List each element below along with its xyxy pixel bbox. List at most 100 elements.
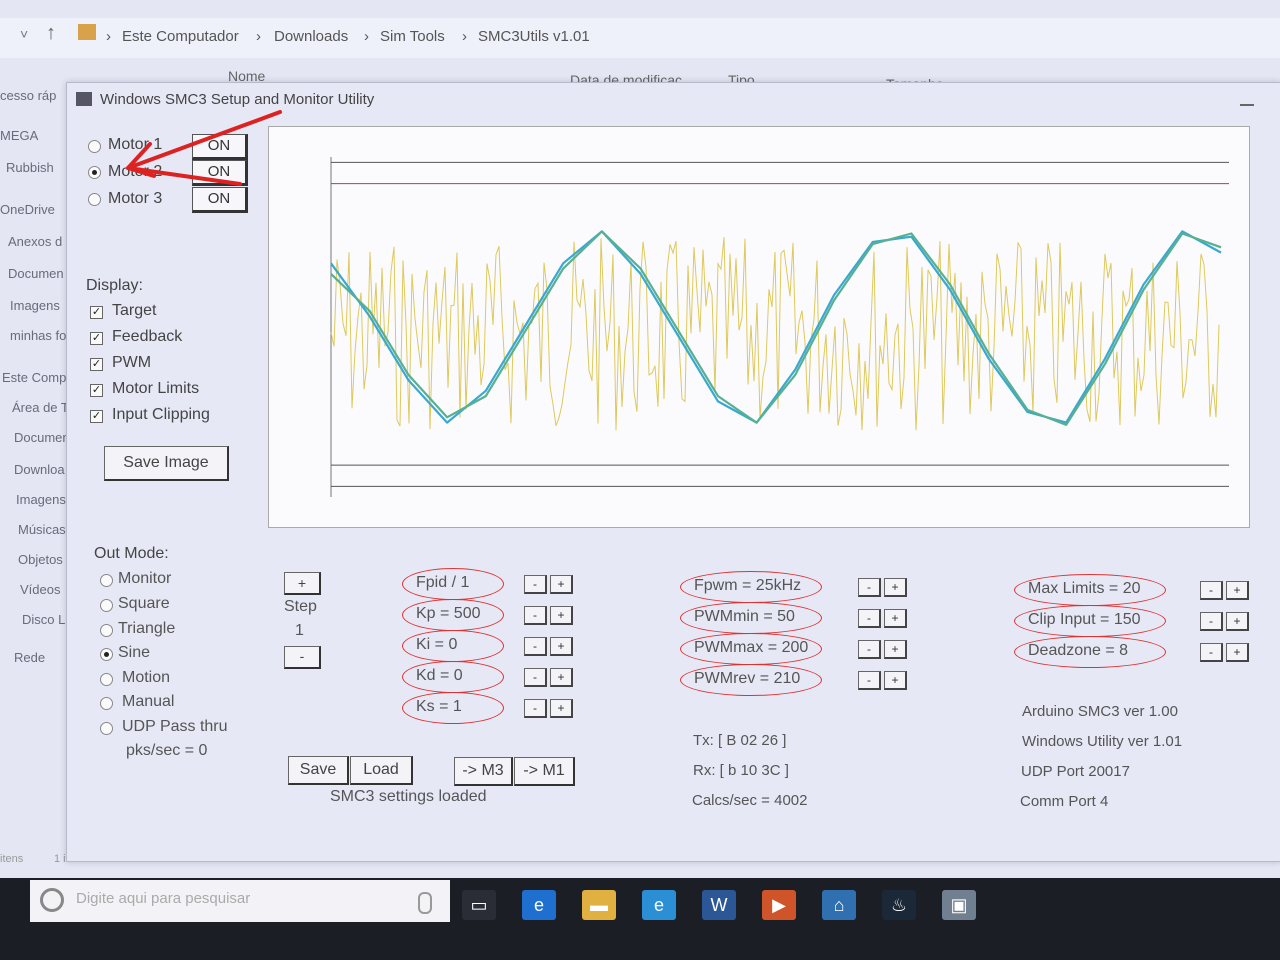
- task-view-icon[interactable]: ▭: [462, 890, 496, 920]
- display-option-label: PWM: [112, 354, 152, 371]
- increase-button[interactable]: +: [884, 609, 907, 628]
- decrease-button[interactable]: -: [524, 699, 547, 718]
- pks-sec-readout: pks/sec = 0: [126, 742, 208, 759]
- increase-button[interactable]: +: [884, 640, 907, 659]
- microphone-icon[interactable]: [418, 892, 432, 914]
- breadcrumb-smc3utils[interactable]: SMC3Utils v1.01: [478, 28, 590, 45]
- decrease-button[interactable]: -: [524, 668, 547, 687]
- arduino-version: Arduino SMC3 ver 1.00: [1022, 703, 1178, 720]
- monitor-chart: [268, 126, 1250, 528]
- media-player-icon[interactable]: ▶: [762, 890, 796, 920]
- increase-button[interactable]: +: [550, 637, 573, 656]
- display-checkbox[interactable]: ✓: [90, 306, 103, 319]
- annotation-arrow-icon: [126, 110, 282, 186]
- decrease-button[interactable]: -: [858, 609, 881, 628]
- steam-icon[interactable]: ♨: [882, 890, 916, 920]
- file-explorer-icon[interactable]: ▬: [582, 890, 616, 920]
- display-checkbox[interactable]: ✓: [90, 410, 103, 423]
- out-mode-radio[interactable]: [100, 697, 113, 710]
- nav-item[interactable]: Documen: [8, 266, 64, 281]
- out-mode-radio[interactable]: [100, 599, 113, 612]
- nav-item[interactable]: Este Comp: [2, 370, 66, 385]
- nav-item[interactable]: OneDrive: [0, 202, 55, 217]
- out-mode-label: UDP Pass thru: [122, 718, 228, 735]
- out-mode-label: Triangle: [118, 620, 176, 637]
- nav-item[interactable]: Downloa: [14, 462, 65, 477]
- parameter-value: Ks = 1: [416, 698, 462, 715]
- decrease-button[interactable]: -: [858, 671, 881, 690]
- motor-2-radio[interactable]: [88, 166, 101, 179]
- decrease-button[interactable]: -: [858, 578, 881, 597]
- out-mode-label: Out Mode:: [94, 545, 169, 562]
- increase-button[interactable]: +: [550, 699, 573, 718]
- save-settings-button[interactable]: Save: [288, 756, 349, 785]
- decrease-button[interactable]: -: [1200, 581, 1223, 600]
- decrease-button[interactable]: -: [1200, 612, 1223, 631]
- display-checkbox[interactable]: ✓: [90, 332, 103, 345]
- copy-to-m1-button[interactable]: -> M1: [514, 757, 575, 786]
- nav-item[interactable]: minhas fo: [10, 328, 66, 343]
- out-mode-radio[interactable]: [100, 648, 113, 661]
- nav-item[interactable]: Imagens: [10, 298, 60, 313]
- nav-item[interactable]: Anexos d: [8, 234, 62, 249]
- increase-button[interactable]: +: [884, 671, 907, 690]
- nav-item[interactable]: Vídeos: [20, 582, 60, 597]
- motor-1-radio[interactable]: [88, 140, 101, 153]
- out-mode-radio[interactable]: [100, 574, 113, 587]
- increase-button[interactable]: +: [1226, 612, 1249, 631]
- breadcrumb-downloads[interactable]: Downloads: [274, 28, 348, 45]
- parameter-value: PWMmax = 200: [694, 639, 809, 656]
- display-option-label: Input Clipping: [112, 406, 210, 423]
- nav-item[interactable]: MEGA: [0, 128, 38, 143]
- out-mode-label: Manual: [122, 693, 175, 710]
- increase-button[interactable]: +: [1226, 643, 1249, 662]
- nav-item[interactable]: Rede: [14, 650, 45, 665]
- ie-icon[interactable]: e: [642, 890, 676, 920]
- chevron-down-icon[interactable]: ˅: [20, 26, 28, 42]
- decrease-button[interactable]: -: [524, 606, 547, 625]
- increase-button[interactable]: +: [550, 606, 573, 625]
- minimize-icon[interactable]: [1240, 104, 1254, 106]
- comm-port: Comm Port 4: [1020, 793, 1109, 810]
- decrease-button[interactable]: -: [858, 640, 881, 659]
- step-plus-button[interactable]: +: [284, 572, 321, 595]
- nav-item[interactable]: Rubbish: [6, 160, 54, 175]
- parameter-value: Deadzone = 8: [1028, 642, 1129, 659]
- motor-3-radio[interactable]: [88, 193, 101, 206]
- increase-button[interactable]: +: [1226, 581, 1249, 600]
- store-icon[interactable]: ⌂: [822, 890, 856, 920]
- calcs-readout: Calcs/sec = 4002: [692, 792, 808, 809]
- breadcrumb-computer[interactable]: Este Computador: [122, 28, 239, 45]
- nav-item[interactable]: Imagens: [16, 492, 66, 507]
- nav-item[interactable]: cesso ráp: [0, 88, 56, 103]
- display-option-label: Motor Limits: [112, 380, 200, 397]
- word-icon[interactable]: W: [702, 890, 736, 920]
- out-mode-label: Square: [118, 595, 170, 612]
- copy-to-m3-button[interactable]: -> M3: [454, 757, 513, 786]
- step-minus-button[interactable]: -: [284, 646, 321, 669]
- increase-button[interactable]: +: [884, 578, 907, 597]
- up-arrow-icon[interactable]: ↑: [46, 22, 56, 45]
- out-mode-radio[interactable]: [100, 673, 113, 686]
- load-settings-button[interactable]: Load: [350, 756, 413, 785]
- display-checkbox[interactable]: ✓: [90, 384, 103, 397]
- out-mode-radio[interactable]: [100, 722, 113, 735]
- nav-item[interactable]: Músicas: [18, 522, 66, 537]
- display-checkbox[interactable]: ✓: [90, 358, 103, 371]
- edge-icon[interactable]: e: [522, 890, 556, 920]
- cortana-icon[interactable]: [40, 888, 64, 912]
- nav-item[interactable]: Documen: [14, 430, 70, 445]
- nav-item[interactable]: Área de T: [12, 400, 69, 415]
- utility-version: Windows Utility ver 1.01: [1022, 733, 1183, 750]
- save-image-button[interactable]: Save Image: [104, 446, 229, 481]
- chart-svg: [330, 157, 1229, 497]
- decrease-button[interactable]: -: [1200, 643, 1223, 662]
- increase-button[interactable]: +: [550, 575, 573, 594]
- breadcrumb-sim-tools[interactable]: Sim Tools: [380, 28, 445, 45]
- app-icon[interactable]: ▣: [942, 890, 976, 920]
- increase-button[interactable]: +: [550, 668, 573, 687]
- decrease-button[interactable]: -: [524, 637, 547, 656]
- decrease-button[interactable]: -: [524, 575, 547, 594]
- out-mode-radio[interactable]: [100, 624, 113, 637]
- parameter-value: Kp = 500: [416, 605, 481, 622]
